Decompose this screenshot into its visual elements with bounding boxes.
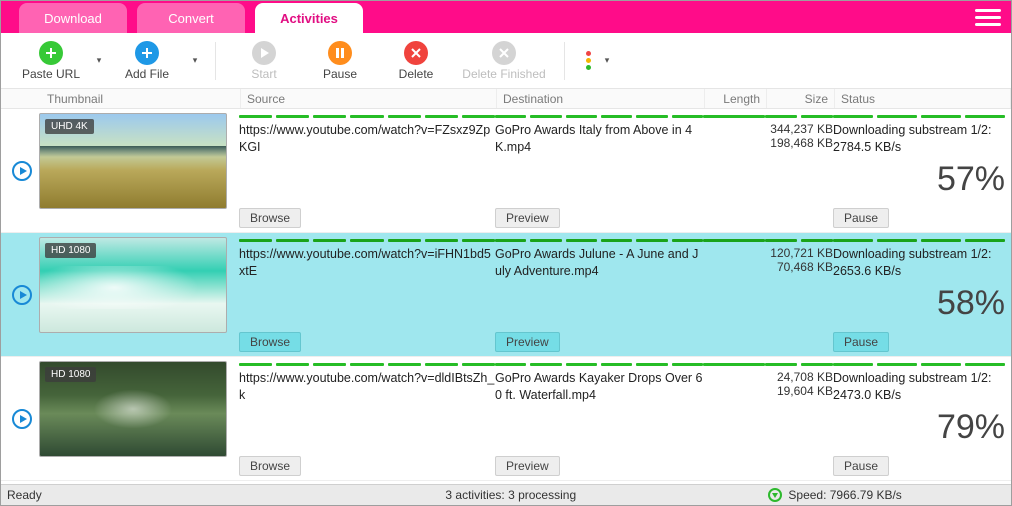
toolbar: Paste URL ▾ Add File ▾ Start Pause Delet… [1, 33, 1011, 89]
progress-segments [239, 239, 495, 242]
browse-button[interactable]: Browse [239, 332, 301, 352]
progress-segments [765, 363, 833, 366]
browse-button[interactable]: Browse [239, 208, 301, 228]
tab-activities[interactable]: Activities [255, 3, 363, 33]
col-length[interactable]: Length [705, 89, 767, 108]
quality-badge: HD 1080 [45, 367, 96, 382]
size-done: 198,468 KB [765, 136, 833, 150]
size-total: 344,237 KB [765, 122, 833, 136]
thumbnail-image: UHD 4K [39, 113, 227, 209]
col-thumbnail[interactable]: Thumbnail [41, 89, 241, 108]
preview-button[interactable]: Preview [495, 208, 560, 228]
toolbar-separator-2 [564, 42, 565, 80]
progress-segments [495, 239, 703, 242]
progress-segments [703, 363, 765, 366]
status-activities: 3 activities: 3 processing [445, 488, 748, 502]
play-icon[interactable] [12, 161, 32, 181]
progress-segments [495, 363, 703, 366]
size-total: 120,721 KB [765, 246, 833, 260]
col-source[interactable]: Source [241, 89, 497, 108]
quality-badge: UHD 4K [45, 119, 94, 134]
destination-text: GoPro Awards Julune - A June and July Ad… [495, 246, 703, 280]
progress-segments [765, 115, 833, 118]
delete-finished-button: Delete Finished [456, 35, 552, 87]
progress-segments [239, 363, 495, 366]
progress-segments [495, 115, 703, 118]
status-speed: Speed: 7966.79 KB/s [788, 488, 901, 502]
row-pause-button[interactable]: Pause [833, 456, 889, 476]
paste-url-dropdown-icon[interactable]: ▾ [91, 55, 107, 66]
paste-url-button[interactable]: Paste URL [15, 35, 87, 87]
add-file-label: Add File [125, 67, 169, 81]
preview-button[interactable]: Preview [495, 456, 560, 476]
pause-label: Pause [323, 67, 357, 81]
progress-segments [239, 115, 495, 118]
priority-dropdown-icon[interactable]: ▾ [599, 55, 615, 66]
speed-text: 2473.0 KB/s [833, 387, 1005, 404]
source-text: https://www.youtube.com/watch?v=dldIBtsZ… [239, 370, 495, 404]
tab-convert[interactable]: Convert [137, 3, 245, 33]
play-icon[interactable] [12, 409, 32, 429]
destination-text: GoPro Awards Kayaker Drops Over 60 ft. W… [495, 370, 703, 404]
source-text: https://www.youtube.com/watch?v=iFHN1bd5… [239, 246, 495, 280]
destination-text: GoPro Awards Italy from Above in 4K.mp4 [495, 122, 703, 156]
speed-text: 2784.5 KB/s [833, 139, 1005, 156]
column-header: Thumbnail Source Destination Length Size… [1, 89, 1011, 109]
col-destination[interactable]: Destination [497, 89, 705, 108]
toolbar-separator [215, 42, 216, 80]
progress-segments [765, 239, 833, 242]
size-done: 19,604 KB [765, 384, 833, 398]
add-file-dropdown-icon[interactable]: ▾ [187, 55, 203, 66]
delete-finished-label: Delete Finished [462, 67, 545, 81]
play-icon[interactable] [12, 285, 32, 305]
thumbnail-image: HD 1080 [39, 237, 227, 333]
status-text: Downloading substream 1/2: [833, 122, 1005, 139]
browse-button[interactable]: Browse [239, 456, 301, 476]
col-status[interactable]: Status [835, 89, 1011, 108]
tab-download[interactable]: Download [19, 3, 127, 33]
table-row[interactable]: HD 1080 https://www.youtube.com/watch?v=… [1, 357, 1011, 481]
thumbnail-image: HD 1080 [39, 361, 227, 457]
percent-text: 57% [833, 160, 1005, 199]
source-text: https://www.youtube.com/watch?v=FZsxz9Zp… [239, 122, 495, 156]
menu-icon[interactable] [975, 5, 1001, 29]
quality-badge: HD 1080 [45, 243, 96, 258]
start-button: Start [228, 35, 300, 87]
percent-text: 79% [833, 408, 1005, 447]
status-ready: Ready [1, 488, 445, 502]
progress-segments [833, 115, 1005, 118]
priority-icon[interactable] [581, 51, 595, 70]
preview-button[interactable]: Preview [495, 332, 560, 352]
table-row[interactable]: UHD 4K https://www.youtube.com/watch?v=F… [1, 109, 1011, 233]
status-text: Downloading substream 1/2: [833, 246, 1005, 263]
size-done: 70,468 KB [765, 260, 833, 274]
progress-segments [833, 239, 1005, 242]
start-label: Start [251, 67, 276, 81]
pause-button[interactable]: Pause [304, 35, 376, 87]
col-size[interactable]: Size [767, 89, 835, 108]
percent-text: 58% [833, 284, 1005, 323]
delete-label: Delete [399, 67, 434, 81]
row-pause-button[interactable]: Pause [833, 332, 889, 352]
size-total: 24,708 KB [765, 370, 833, 384]
add-file-button[interactable]: Add File [111, 35, 183, 87]
status-text: Downloading substream 1/2: [833, 370, 1005, 387]
progress-segments [703, 115, 765, 118]
tab-bar: Download Convert Activities [1, 1, 1011, 33]
table-row[interactable]: HD 1080 https://www.youtube.com/watch?v=… [1, 233, 1011, 357]
delete-button[interactable]: Delete [380, 35, 452, 87]
activity-rows: UHD 4K https://www.youtube.com/watch?v=F… [1, 109, 1011, 484]
row-pause-button[interactable]: Pause [833, 208, 889, 228]
status-bar: Ready 3 activities: 3 processing Speed: … [1, 484, 1011, 505]
progress-segments [703, 239, 765, 242]
speed-text: 2653.6 KB/s [833, 263, 1005, 280]
paste-url-label: Paste URL [22, 67, 80, 81]
download-speed-icon [768, 488, 782, 502]
progress-segments [833, 363, 1005, 366]
